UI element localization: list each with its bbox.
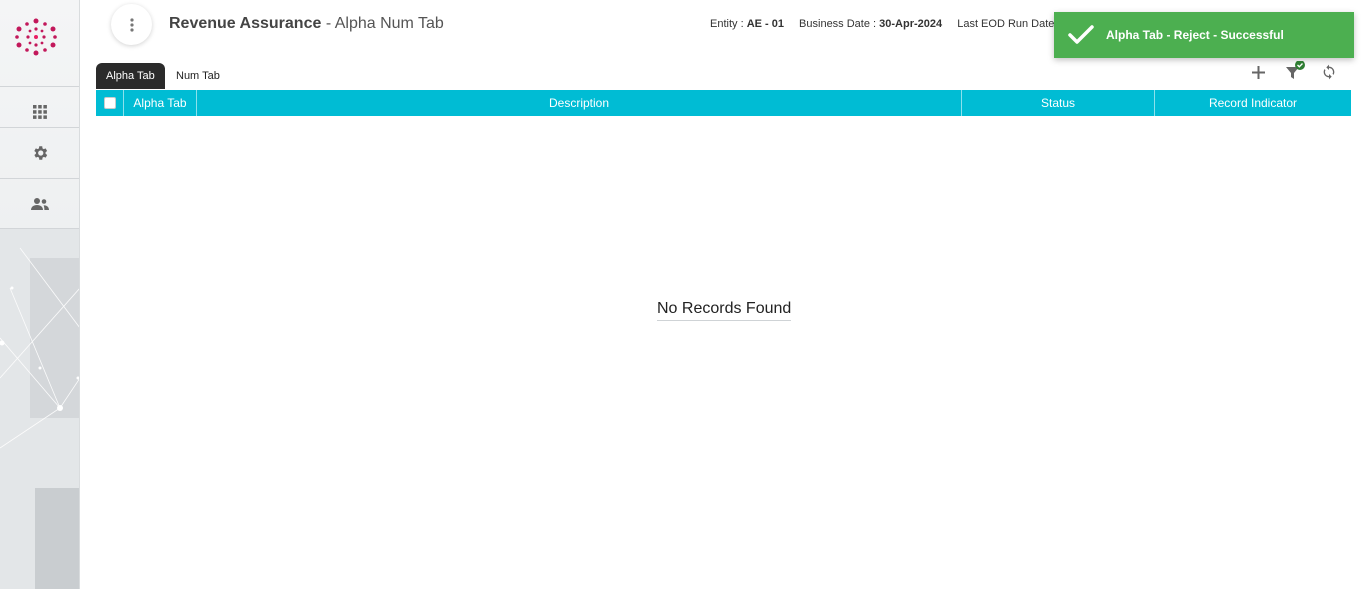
entity-label: Entity : [710,18,744,30]
add-icon [1251,65,1265,79]
select-all-checkbox[interactable] [103,97,116,109]
column-header-status[interactable]: Status [962,90,1155,116]
last-eod-label: Last EOD Run Date [957,18,1055,30]
users-icon [31,197,49,210]
business-date-label: Business Date : [799,18,877,30]
column-header-record-indicator[interactable]: Record Indicator [1155,90,1351,116]
apps-grid-icon [33,105,47,119]
filter-icon [1286,61,1305,79]
add-button[interactable] [1247,61,1269,83]
tab-alpha-tab[interactable]: Alpha Tab [96,63,165,89]
sidebar-background-art [0,228,79,589]
entity-value: AE - 01 [746,18,784,30]
page-title-sub: - Alpha Num Tab [325,15,444,32]
success-toast[interactable]: Alpha Tab - Reject - Successful [1054,12,1354,58]
sidebar-item-settings[interactable] [0,127,79,178]
check-icon [1068,25,1094,45]
column-header-description[interactable]: Description [197,90,962,116]
app-logo [15,18,57,56]
empty-state-message: No Records Found [657,300,792,321]
page-title: Revenue Assurance - Alpha Num Tab [169,15,444,33]
table-header: Alpha Tab Description Status Record Indi… [96,90,1351,116]
column-header-alpha-tab[interactable]: Alpha Tab [124,90,197,116]
sidebar [0,0,80,589]
select-all-cell [96,90,124,116]
more-options-button[interactable] [111,4,152,45]
header-meta: Entity : AE - 01 Business Date : 30-Apr-… [710,18,1054,30]
gear-icon [34,146,48,160]
refresh-button[interactable] [1318,61,1340,83]
sidebar-item-users[interactable] [0,178,79,229]
page-title-main: Revenue Assurance [169,15,322,32]
business-date-value: 30-Apr-2024 [879,18,943,30]
tab-num-tab[interactable]: Num Tab [166,63,230,89]
toast-message: Alpha Tab - Reject - Successful [1106,28,1284,42]
refresh-icon [1323,64,1335,80]
filter-button[interactable] [1283,61,1305,83]
more-vertical-icon [129,17,134,32]
